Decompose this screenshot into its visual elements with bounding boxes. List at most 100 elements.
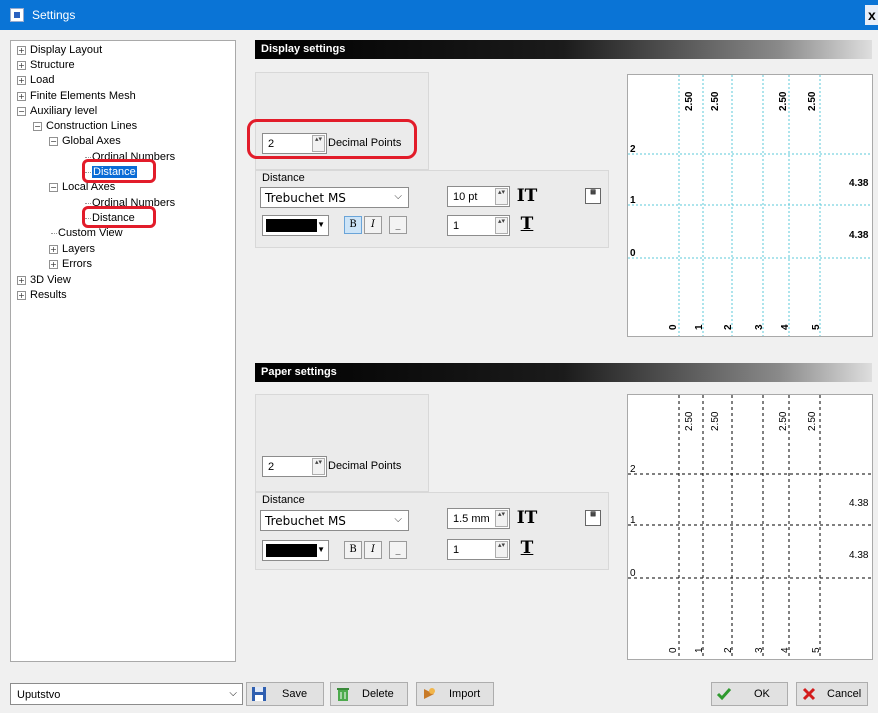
axis-ordinal-label: 3 bbox=[754, 647, 765, 653]
window-title: Settings bbox=[32, 8, 76, 22]
expand-icon[interactable]: + bbox=[17, 75, 26, 85]
tree-item-errors[interactable]: + Errors bbox=[49, 257, 92, 272]
highlight-annotation bbox=[82, 206, 156, 228]
spin-icon[interactable]: ▴▾ bbox=[495, 188, 508, 205]
tree-item-custom-view[interactable]: Custom View bbox=[51, 226, 123, 241]
tree-item-global-axes[interactable]: − Global Axes bbox=[49, 134, 121, 149]
distance-label: 2.50 bbox=[684, 91, 695, 111]
expand-icon[interactable]: + bbox=[17, 91, 26, 101]
expand-icon[interactable]: + bbox=[49, 259, 58, 269]
distance-label: 2.50 bbox=[807, 411, 818, 431]
text-height-icon[interactable]: IT bbox=[516, 186, 538, 206]
distance-label: 4.38 bbox=[849, 230, 869, 241]
text-spacing-icon[interactable]: T bbox=[516, 538, 538, 558]
paper-preview: 2.50 2.50 2.50 2.50 4.38 4.38 2 1 0 0 1 2 3 4 5 bbox=[627, 394, 873, 660]
text-frame-icon[interactable]: ▦ bbox=[585, 510, 601, 526]
axis-ordinal-label: 5 bbox=[811, 324, 822, 330]
axis-ordinal-label: 1 bbox=[630, 195, 636, 206]
distance-label: 4.38 bbox=[849, 178, 869, 189]
display-underline-button[interactable]: _ bbox=[389, 216, 407, 234]
app-icon bbox=[10, 8, 24, 22]
delete-button[interactable]: Delete bbox=[330, 682, 408, 706]
paper-color-picker[interactable]: ▼ bbox=[262, 540, 329, 561]
axis-ordinal-label: 2 bbox=[723, 324, 734, 330]
tree-item-layers[interactable]: + Layers bbox=[49, 242, 95, 257]
paper-decimal-panel bbox=[255, 394, 429, 492]
paper-size-input[interactable]: 1.5 mm ▴▾ bbox=[447, 508, 510, 529]
text-frame-icon[interactable]: ▦ bbox=[585, 188, 601, 204]
paper-decimal-input[interactable]: 2 ▴▾ bbox=[262, 456, 327, 477]
import-icon bbox=[424, 688, 435, 699]
distance-label: 2.50 bbox=[710, 91, 721, 111]
paper-distance-label: Distance bbox=[262, 494, 305, 506]
tree-item-3d-view[interactable]: +3D View bbox=[17, 273, 71, 288]
collapse-icon[interactable]: − bbox=[49, 136, 58, 146]
distance-label: 2.50 bbox=[778, 411, 789, 431]
display-distance-panel bbox=[255, 170, 609, 248]
tree-item-load[interactable]: + Load bbox=[17, 73, 54, 88]
import-button[interactable]: Import bbox=[416, 682, 494, 706]
tree-item-finite-elements-mesh[interactable]: + Finite Elements Mesh bbox=[17, 89, 136, 104]
distance-label: 4.38 bbox=[849, 498, 869, 509]
tree-item-auxiliary-level[interactable]: − Auxiliary level bbox=[17, 104, 97, 119]
display-bold-button[interactable]: B bbox=[344, 216, 362, 234]
display-spacing-input[interactable]: 1 ▴▾ bbox=[447, 215, 510, 236]
text-spacing-icon[interactable]: T bbox=[516, 214, 538, 234]
collapse-icon[interactable]: − bbox=[49, 182, 58, 192]
title-bar: Settings x bbox=[0, 0, 878, 30]
paper-italic-button[interactable]: I bbox=[364, 541, 382, 559]
collapse-icon[interactable]: − bbox=[33, 121, 42, 131]
distance-label: 2.50 bbox=[710, 411, 721, 431]
trash-icon bbox=[337, 688, 349, 701]
paper-bold-button[interactable]: B bbox=[344, 541, 362, 559]
axis-ordinal-label: 4 bbox=[780, 324, 791, 330]
display-preview: 2.50 2.50 2.50 2.50 4.38 4.38 2 1 0 0 1 2 3 4 5 bbox=[627, 74, 873, 337]
close-icon bbox=[802, 687, 816, 701]
chevron-down-icon: ▼ bbox=[317, 220, 325, 229]
close-icon[interactable]: x bbox=[865, 5, 878, 25]
settings-tree[interactable]: + Display Layout + Structure + Load + Finite… bbox=[10, 40, 236, 662]
expand-icon[interactable]: + bbox=[17, 290, 26, 300]
axis-ordinal-label: 2 bbox=[630, 144, 636, 155]
tree-item-construction-lines[interactable]: − Construction Lines bbox=[33, 119, 137, 134]
ok-button[interactable]: OK bbox=[711, 682, 788, 706]
axis-ordinal-label: 1 bbox=[630, 515, 636, 526]
preset-dropdown[interactable]: Uputstvo ⌵ bbox=[10, 683, 243, 705]
display-color-picker[interactable]: ▼ bbox=[262, 215, 329, 236]
paper-settings-header: Paper settings bbox=[255, 363, 872, 382]
paper-underline-button[interactable]: _ bbox=[389, 541, 407, 559]
expand-icon[interactable]: + bbox=[49, 244, 58, 254]
collapse-icon[interactable]: − bbox=[17, 106, 26, 116]
paper-spacing-input[interactable]: 1 ▴▾ bbox=[447, 539, 510, 560]
chevron-down-icon: ⌵ bbox=[394, 191, 402, 202]
display-settings-header: Display settings bbox=[255, 40, 872, 59]
floppy-disk-icon bbox=[252, 687, 266, 701]
expand-icon[interactable]: + bbox=[17, 60, 26, 70]
tree-item-structure[interactable]: + Structure bbox=[17, 58, 75, 73]
tree-item-display-layout[interactable]: + Display Layout bbox=[17, 43, 102, 58]
spin-icon[interactable]: ▴▾ bbox=[495, 510, 508, 527]
spin-icon[interactable]: ▴▾ bbox=[495, 217, 508, 234]
chevron-down-icon: ⌵ bbox=[229, 688, 237, 699]
highlight-annotation bbox=[247, 119, 417, 159]
distance-label: 2.50 bbox=[807, 91, 818, 111]
spin-icon[interactable]: ▴▾ bbox=[312, 458, 325, 475]
expand-icon[interactable]: + bbox=[17, 275, 26, 285]
spin-icon[interactable]: ▴▾ bbox=[495, 541, 508, 558]
cancel-button[interactable]: Cancel bbox=[796, 682, 868, 706]
display-size-input[interactable]: 10 pt ▴▾ bbox=[447, 186, 510, 207]
text-height-icon[interactable]: IT bbox=[516, 508, 538, 528]
paper-decimal-label: Decimal Points bbox=[328, 460, 402, 472]
paper-font-dropdown[interactable]: Trebuchet MS ⌵ bbox=[260, 510, 409, 531]
display-italic-button[interactable]: I bbox=[364, 216, 382, 234]
checkmark-icon bbox=[716, 688, 732, 701]
axis-ordinal-label: 5 bbox=[811, 647, 822, 653]
expand-icon[interactable]: + bbox=[17, 45, 26, 55]
save-button[interactable]: Save bbox=[246, 682, 324, 706]
axis-ordinal-label: 2 bbox=[630, 464, 636, 475]
distance-label: 2.50 bbox=[684, 411, 695, 431]
display-font-dropdown[interactable]: Trebuchet MS ⌵ bbox=[260, 187, 409, 208]
axis-ordinal-label: 0 bbox=[630, 568, 636, 579]
axis-ordinal-label: 0 bbox=[668, 324, 679, 330]
tree-item-results[interactable]: + Results bbox=[17, 288, 67, 303]
